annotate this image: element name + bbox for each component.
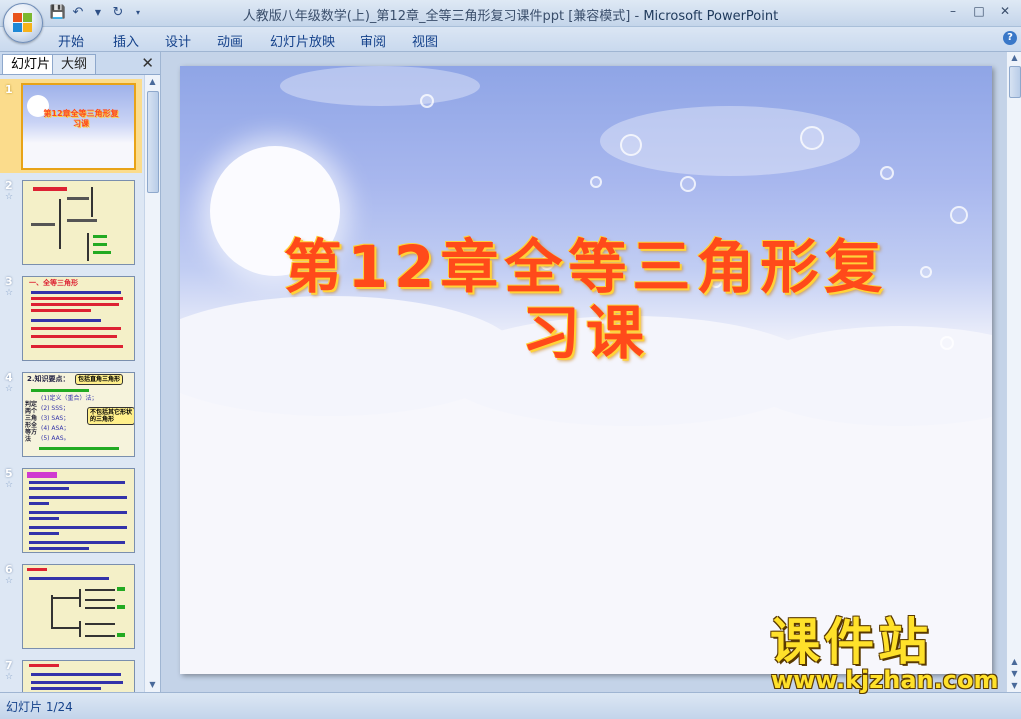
- thumbnail-image: 第12章全等三角形复习课: [21, 83, 136, 170]
- tab-insert[interactable]: 插入: [113, 31, 139, 50]
- slide-number: 1: [5, 83, 13, 96]
- animation-star-icon: ☆: [5, 288, 14, 298]
- tab-slides[interactable]: 幻灯片: [2, 54, 60, 74]
- previous-slide-icon[interactable]: ▲: [1007, 656, 1021, 668]
- window-controls: – □ ✕: [941, 2, 1017, 20]
- ribbon-tab-bar: 开始 插入 设计 动画 幻灯片放映 审阅 视图 ?: [0, 27, 1021, 52]
- animation-star-icon: ☆: [5, 480, 14, 490]
- office-logo-icon: [13, 13, 33, 33]
- bubble-shape: [680, 176, 696, 192]
- thumbnail-image: [22, 564, 135, 649]
- slide-thumbnail-2[interactable]: 2 ☆: [0, 175, 142, 269]
- thumbnail-image: 2.知识要点： 包括直角三角形 判定两个三角形全等方法 (1)定义（重合）法； …: [22, 372, 135, 457]
- close-pane-icon[interactable]: ✕: [141, 54, 154, 72]
- tab-slideshow[interactable]: 幻灯片放映: [270, 31, 335, 50]
- slide-editor: 第12章全等三角形复习课: [161, 52, 1006, 692]
- tab-home[interactable]: 开始: [58, 31, 84, 50]
- office-button[interactable]: [3, 3, 43, 43]
- thumbnail-title: 第12章全等三角形复习课: [43, 109, 119, 128]
- slide-number: 2: [5, 179, 13, 192]
- slide-thumbnail-3[interactable]: 3 ☆ 一、全等三角形: [0, 271, 142, 365]
- minimize-icon[interactable]: –: [941, 2, 965, 20]
- animation-star-icon: ☆: [5, 576, 14, 586]
- bubble-shape: [940, 336, 954, 350]
- bubble-shape: [420, 94, 434, 108]
- slide-number: 7: [5, 659, 13, 672]
- slide-thumbnail-6[interactable]: 6 ☆: [0, 559, 142, 653]
- slide-number: 6: [5, 563, 13, 576]
- cloud-shape: [280, 66, 480, 106]
- scroll-up-icon[interactable]: ▲: [145, 75, 160, 89]
- slide-thumbnail-7[interactable]: 7 ☆: [0, 655, 142, 692]
- thumbnail-item: (2) SSS；: [41, 405, 69, 412]
- slide-count-status: 幻灯片 1/24: [6, 700, 73, 714]
- current-slide[interactable]: 第12章全等三角形复习课: [180, 66, 992, 674]
- thumbnail-image: [22, 468, 135, 553]
- thumbnail-item: (5) AAS。: [41, 435, 70, 442]
- thumbnail-image: [22, 180, 135, 265]
- thumbnail-image: [22, 660, 135, 692]
- bubble-shape: [950, 206, 968, 224]
- slide-number: 3: [5, 275, 13, 288]
- thumbnail-side-label: 判定两个三角形全等方法: [25, 401, 38, 443]
- bubble-shape: [800, 126, 824, 150]
- watermark-logo: 课件站: [770, 613, 932, 671]
- next-slide-icon[interactable]: ▼: [1007, 668, 1021, 680]
- tab-animations[interactable]: 动画: [217, 31, 243, 50]
- editor-scrollbar[interactable]: ▲ ▲ ▼ ▼: [1006, 52, 1021, 692]
- bubble-shape: [590, 176, 602, 188]
- tab-outline[interactable]: 大纲: [52, 54, 97, 74]
- slide-number: 5: [5, 467, 13, 480]
- animation-star-icon: ☆: [5, 672, 14, 682]
- thumbnail-item: (3) SAS；: [41, 415, 70, 422]
- slide-thumbnail-list: 1 第12章全等三角形复习课 2 ☆ 3 ☆ 一、全等三角形 4 ☆ 2.知识要…: [0, 75, 142, 692]
- scroll-down-icon[interactable]: ▼: [145, 678, 160, 692]
- tab-design[interactable]: 设计: [165, 31, 191, 50]
- slide-number: 4: [5, 371, 13, 384]
- title-bar: 💾 ↶ ▼ ↻ ▾ 人教版八年级数学(上)_第12章_全等三角形复习课件ppt …: [0, 0, 1021, 27]
- thumbnail-item: (1)定义（重合）法；: [41, 395, 98, 402]
- animation-star-icon: ☆: [5, 384, 14, 394]
- tab-view[interactable]: 视图: [412, 31, 438, 50]
- pane-tabs: 幻灯片 大纲 ✕: [0, 52, 160, 75]
- scrollbar-thumb[interactable]: [147, 91, 159, 193]
- slide-title[interactable]: 第12章全等三角形复习课: [260, 234, 912, 366]
- thumbnail-callout: 不包括其它形状的三角形: [87, 407, 134, 425]
- watermark-url: www.kjzhan.com: [771, 666, 999, 694]
- document-name: 人教版八年级数学(上)_第12章_全等三角形复习课件ppt [兼容模式]: [242, 9, 631, 24]
- scrollbar-thumb[interactable]: [1009, 66, 1021, 98]
- app-name: Microsoft PowerPoint: [643, 9, 779, 24]
- thumbnail-item: (4) ASA；: [41, 425, 70, 432]
- thumbnail-callout: 包括直角三角形: [75, 374, 124, 385]
- scroll-down-icon[interactable]: ▼: [1007, 680, 1021, 692]
- thumbnail-title: 2.知识要点：: [27, 375, 70, 383]
- slides-pane: 幻灯片 大纲 ✕ 1 第12章全等三角形复习课 2 ☆ 3 ☆ 一、全等三角形 …: [0, 52, 161, 692]
- tab-review[interactable]: 审阅: [360, 31, 386, 50]
- help-icon[interactable]: ?: [1003, 31, 1017, 45]
- status-bar: 幻灯片 1/24: [0, 692, 1021, 719]
- slide-thumbnail-1[interactable]: 1 第12章全等三角形复习课: [0, 79, 142, 173]
- close-icon[interactable]: ✕: [993, 2, 1017, 20]
- window-title: 人教版八年级数学(上)_第12章_全等三角形复习课件ppt [兼容模式] - M…: [0, 5, 1021, 24]
- slide-thumbnail-5[interactable]: 5 ☆: [0, 463, 142, 557]
- thumbnail-title: 一、全等三角形: [29, 279, 78, 287]
- maximize-icon[interactable]: □: [967, 2, 991, 20]
- title-separator: -: [630, 9, 644, 24]
- animation-star-icon: ☆: [5, 192, 14, 202]
- scroll-up-icon[interactable]: ▲: [1007, 52, 1021, 64]
- bubble-shape: [920, 266, 932, 278]
- bubble-shape: [620, 134, 642, 156]
- bubble-shape: [880, 166, 894, 180]
- slide-thumbnail-4[interactable]: 4 ☆ 2.知识要点： 包括直角三角形 判定两个三角形全等方法 (1)定义（重合…: [0, 367, 142, 461]
- slides-pane-scrollbar[interactable]: ▲ ▼: [144, 75, 160, 692]
- thumbnail-image: 一、全等三角形: [22, 276, 135, 361]
